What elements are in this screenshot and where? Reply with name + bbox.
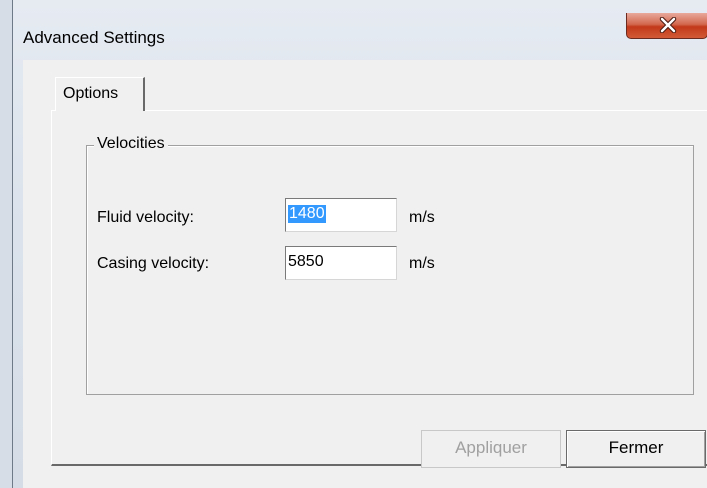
casing-velocity-input[interactable]: 5850 <box>285 246 397 280</box>
casing-velocity-value: 5850 <box>288 253 324 270</box>
dialog-body: Options Velocities Fluid velocity: 1480 … <box>23 60 707 488</box>
fluid-velocity-input[interactable]: 1480 <box>285 198 397 232</box>
tab-options[interactable]: Options <box>55 77 145 111</box>
dialog-window: Advanced Settings Options Velocities Flu… <box>12 0 707 488</box>
tab-options-label: Options <box>63 85 119 102</box>
fluid-velocity-value: 1480 <box>288 205 326 223</box>
velocities-groupbox: Velocities Fluid velocity: 1480 m/s Casi… <box>86 135 694 395</box>
close-button[interactable]: Fermer <box>566 430 706 468</box>
velocities-group-title: Velocities <box>94 135 168 153</box>
window-title: Advanced Settings <box>23 28 165 47</box>
fluid-velocity-unit: m/s <box>409 209 435 226</box>
options-panel: Velocities Fluid velocity: 1480 m/s Casi… <box>51 110 707 466</box>
title-bar[interactable]: Advanced Settings <box>13 0 707 60</box>
close-icon <box>659 17 677 33</box>
close-window-button[interactable] <box>626 13 707 39</box>
casing-velocity-unit: m/s <box>409 255 435 272</box>
fluid-velocity-label: Fluid velocity: <box>97 209 194 226</box>
apply-button[interactable]: Appliquer <box>421 430 561 468</box>
casing-velocity-label: Casing velocity: <box>97 255 210 272</box>
